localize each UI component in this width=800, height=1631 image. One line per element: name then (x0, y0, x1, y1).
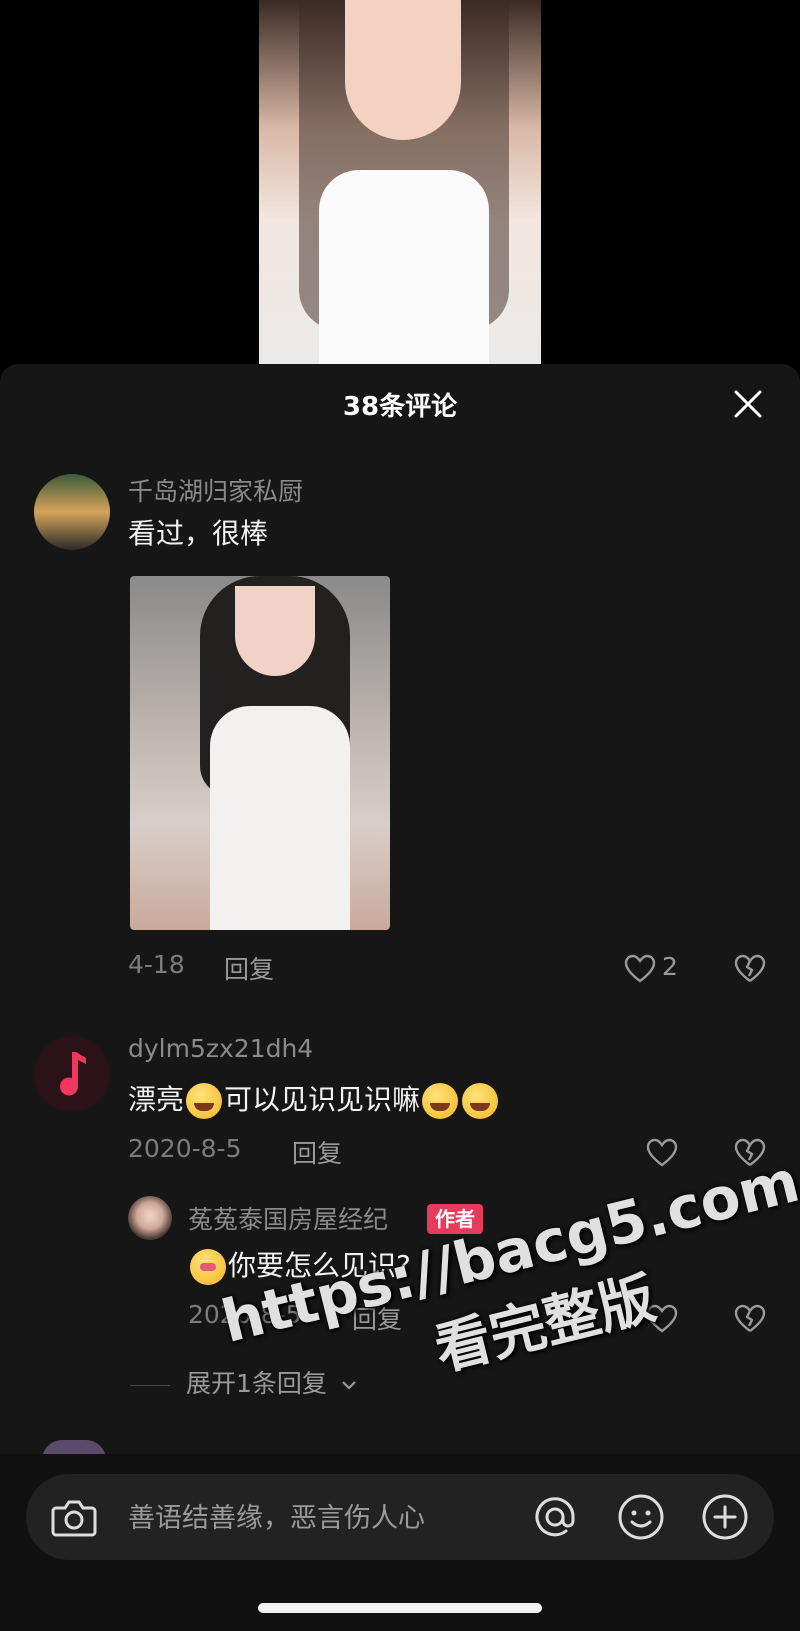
shushing-emoji-icon (190, 1249, 226, 1285)
reply-date: 2020-8-5 (188, 1300, 302, 1329)
author-badge: 作者 (427, 1204, 483, 1234)
reply-button[interactable]: 回复 (292, 1134, 342, 1170)
comments-count-title: 38条评论 (342, 392, 458, 422)
video-shirt (319, 170, 489, 366)
heart-icon[interactable] (646, 1138, 678, 1168)
comment-text: 漂亮 可以见识见识嘛 (128, 1078, 500, 1119)
broken-heart-icon[interactable] (734, 1304, 766, 1334)
comment-username[interactable]: dylm5zx21dh4 (128, 1034, 313, 1063)
reply-text-part: 你要怎么见识? (228, 1249, 411, 1282)
camera-icon[interactable] (50, 1494, 98, 1540)
comments-sheet: 38条评论 千岛湖归家私厨 看过，很棒 4-18 回复 2 dylm5zx21d… (0, 364, 800, 1631)
emoji-icon[interactable] (616, 1492, 666, 1542)
avatar[interactable] (128, 1196, 172, 1240)
avatar[interactable] (34, 474, 110, 550)
home-indicator[interactable] (258, 1603, 542, 1613)
broken-heart-icon[interactable] (734, 1138, 766, 1168)
comment-input[interactable] (126, 1492, 510, 1544)
rofl-emoji-icon (186, 1083, 223, 1119)
image-dress (210, 706, 350, 930)
rofl-emoji-icon (462, 1083, 499, 1119)
reply-text: 你要怎么见识? (188, 1244, 411, 1285)
video-preview[interactable] (259, 0, 541, 366)
expand-replies-label: 展开1条回复 (186, 1369, 327, 1398)
expand-replies-button[interactable]: 展开1条回复 (130, 1364, 359, 1400)
comment-date: 4-18 (128, 950, 185, 979)
close-icon[interactable] (730, 386, 766, 422)
chevron-down-icon (342, 1381, 356, 1390)
reply-button[interactable]: 回复 (224, 950, 274, 986)
like-count: 2 (662, 952, 678, 981)
comment-text: 看过，很棒 (128, 517, 269, 550)
reply-button[interactable]: 回复 (352, 1300, 402, 1336)
comment-text-part: 可以见识见识嘛 (224, 1083, 421, 1116)
comment-text-part: 漂亮 (128, 1083, 185, 1116)
divider-line (130, 1384, 170, 1386)
rofl-emoji-icon (422, 1083, 459, 1119)
comment-input-pill (26, 1474, 774, 1560)
avatar[interactable] (34, 1036, 110, 1112)
heart-icon[interactable] (646, 1304, 678, 1334)
at-icon[interactable] (530, 1492, 580, 1542)
comment-image[interactable] (130, 576, 390, 930)
comment-date: 2020-8-5 (128, 1134, 242, 1163)
image-face (235, 586, 315, 676)
broken-heart-icon[interactable] (734, 954, 766, 984)
reply-username[interactable]: 菟菟泰国房屋经纪 (188, 1200, 388, 1236)
heart-icon[interactable] (624, 954, 656, 984)
video-face (345, 0, 461, 140)
comment-username[interactable]: 千岛湖归家私厨 (128, 472, 303, 508)
plus-icon[interactable] (700, 1492, 750, 1542)
